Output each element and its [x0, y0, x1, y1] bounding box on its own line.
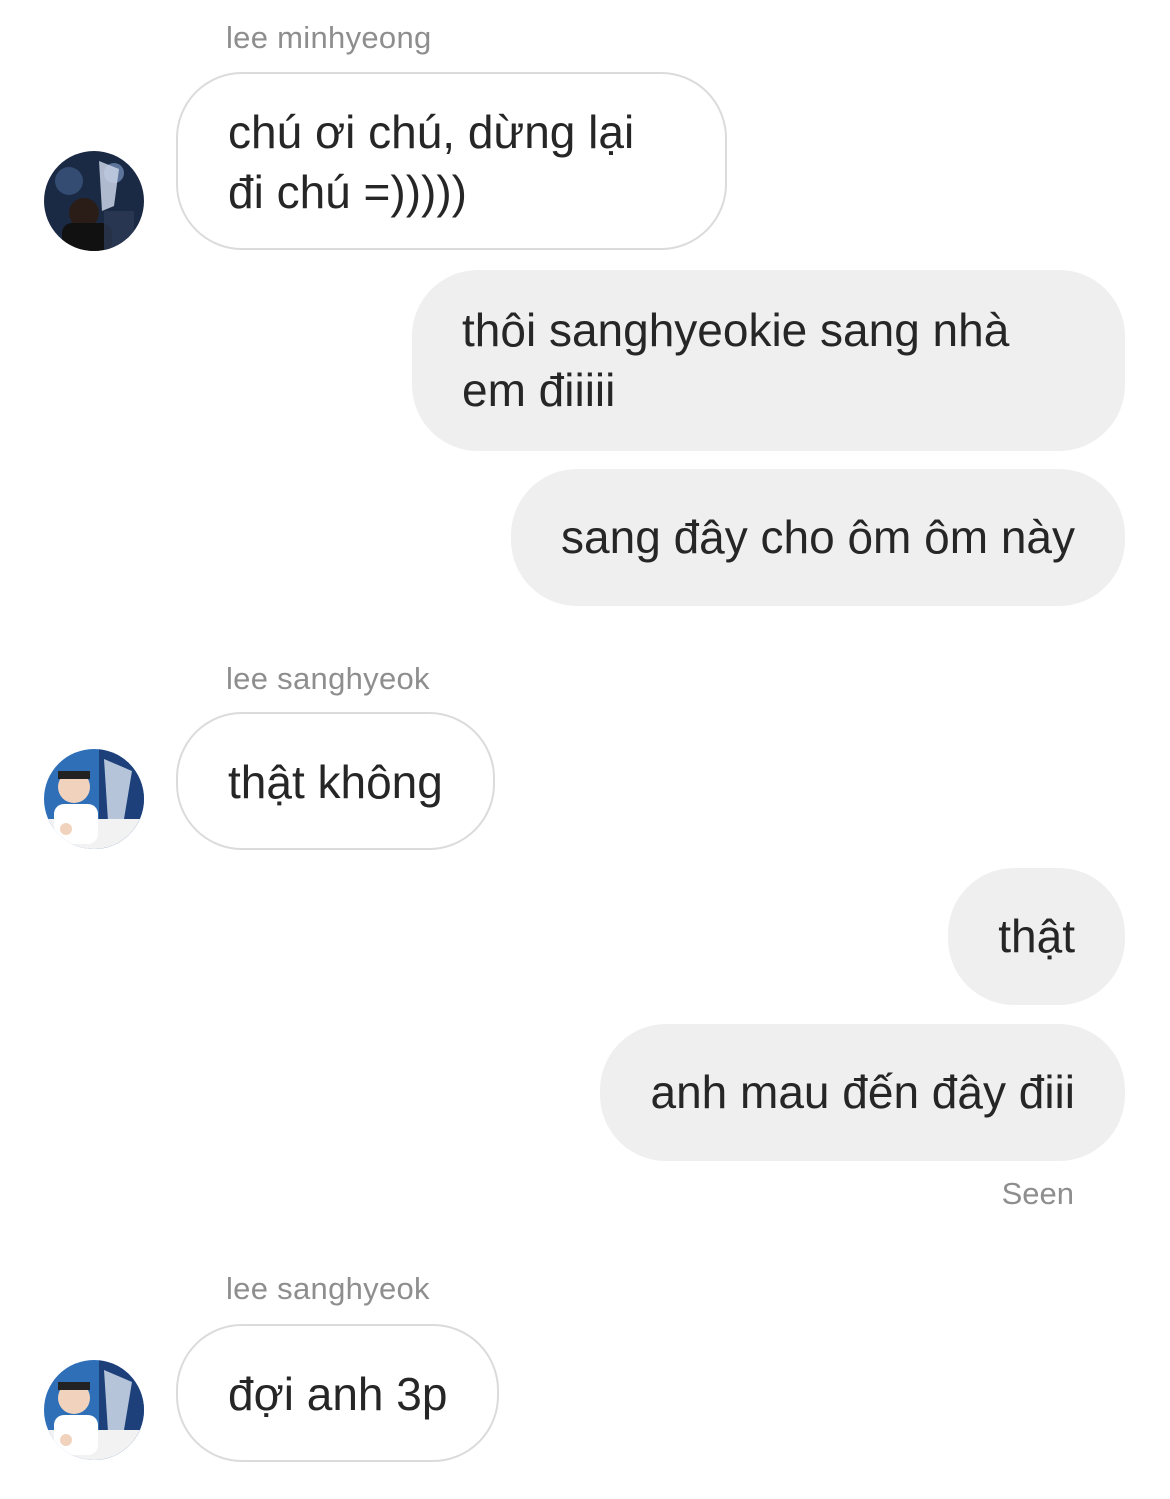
message-bubble-outgoing[interactable]: anh mau đến đây điii	[600, 1024, 1125, 1161]
sender-name: lee minhyeong	[226, 20, 432, 55]
message-bubble-incoming[interactable]: thật không	[176, 712, 495, 850]
message-bubble-outgoing[interactable]: sang đây cho ôm ôm này	[511, 469, 1125, 606]
message-text: thật không	[228, 756, 443, 808]
message-bubble-incoming[interactable]: đợi anh 3p	[176, 1324, 500, 1462]
user-avatar-icon[interactable]	[44, 151, 144, 251]
sender-name: lee sanghyeok	[226, 1271, 430, 1306]
message-text: chú ơi chú, dừng lại đi chú =)))))	[228, 106, 635, 218]
user-avatar-icon[interactable]	[44, 1360, 144, 1460]
seen-status: Seen	[1001, 1176, 1074, 1211]
message-bubble-incoming[interactable]: chú ơi chú, dừng lại đi chú =)))))	[176, 72, 727, 250]
message-text: thật	[998, 910, 1075, 962]
message-bubble-outgoing[interactable]: thôi sanghyeokie sang nhà em điiiii	[412, 270, 1125, 451]
user-avatar-icon[interactable]	[44, 749, 144, 849]
sender-name: lee sanghyeok	[226, 661, 430, 696]
message-text: sang đây cho ôm ôm này	[561, 511, 1075, 563]
message-text: đợi anh 3p	[228, 1368, 448, 1420]
message-text: thôi sanghyeokie sang nhà em điiiii	[462, 304, 1010, 416]
message-text: anh mau đến đây điii	[650, 1066, 1075, 1118]
message-bubble-outgoing[interactable]: thật	[948, 868, 1125, 1005]
